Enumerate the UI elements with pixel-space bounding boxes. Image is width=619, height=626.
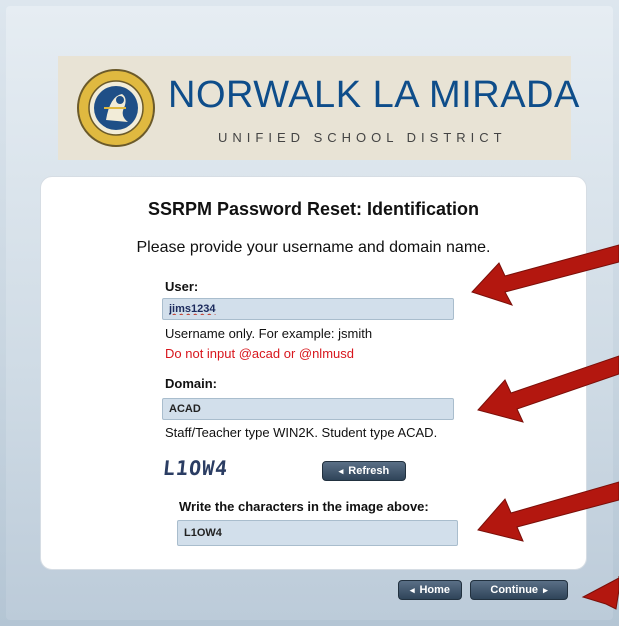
chevron-right-icon: ▸ (543, 584, 548, 595)
captcha-input[interactable] (177, 520, 458, 546)
district-seal-logo (77, 69, 155, 147)
domain-label: Domain: (165, 376, 217, 391)
user-hint: Username only. For example: jsmith (165, 326, 373, 341)
captcha-label: Write the characters in the image above: (179, 499, 429, 514)
refresh-button[interactable]: ◂ Refresh (322, 461, 406, 481)
domain-hint: Staff/Teacher type WIN2K. Student type A… (165, 425, 438, 440)
form-title: SSRPM Password Reset: Identification (147, 199, 480, 219)
continue-button[interactable]: Continue ▸ (470, 580, 568, 600)
user-label: User: (165, 279, 199, 294)
chevron-left-icon: ◂ (338, 465, 344, 476)
continue-label: Continue (490, 584, 539, 596)
district-subtitle: UNIFIED SCHOOL DISTRICT (218, 130, 507, 145)
user-input[interactable] (162, 298, 454, 320)
home-label: Home (419, 584, 451, 596)
refresh-label: Refresh (348, 465, 390, 477)
form-instructions: Please provide your username and domain … (136, 239, 491, 256)
district-title: NORWALK LA MIRADA (168, 74, 580, 116)
home-button[interactable]: ◂ Home (398, 580, 462, 600)
identification-panel: SSRPM Password Reset: Identification Ple… (40, 176, 587, 570)
user-warning: Do not input @acad or @nlmusd (165, 346, 354, 361)
district-banner: NORWALK LA MIRADA UNIFIED SCHOOL DISTRIC… (58, 56, 580, 160)
captcha-image: L1OW4 (161, 456, 230, 480)
domain-input[interactable] (162, 398, 454, 420)
chevron-left-icon: ◂ (409, 584, 415, 595)
